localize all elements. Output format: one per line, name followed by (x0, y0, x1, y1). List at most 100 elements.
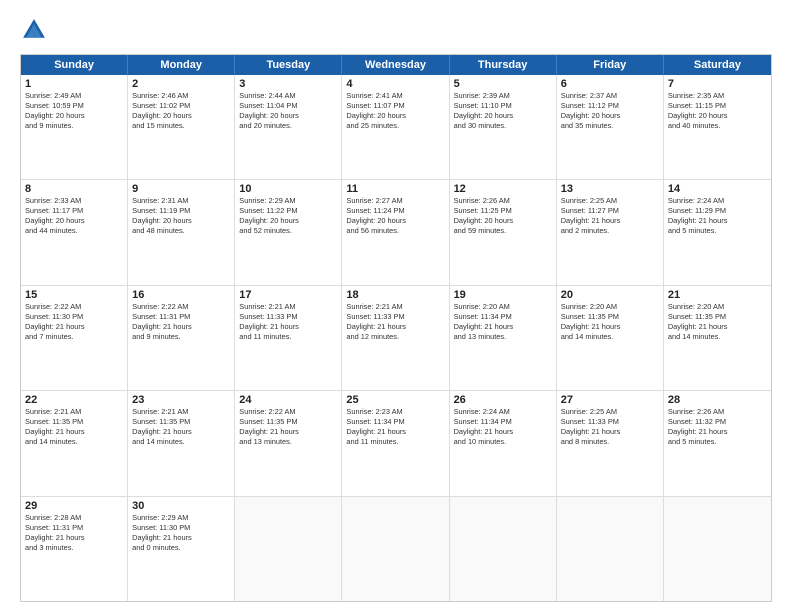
day-number: 29 (25, 500, 123, 512)
cal-cell: 27Sunrise: 2:25 AMSunset: 11:33 PMDaylig… (557, 391, 664, 495)
day-number: 8 (25, 183, 123, 195)
cal-cell: 23Sunrise: 2:21 AMSunset: 11:35 PMDaylig… (128, 391, 235, 495)
day-number: 5 (454, 78, 552, 90)
day-number: 4 (346, 78, 444, 90)
cal-cell: 8Sunrise: 2:33 AMSunset: 11:17 PMDayligh… (21, 180, 128, 284)
cal-cell: 15Sunrise: 2:22 AMSunset: 11:30 PMDaylig… (21, 286, 128, 390)
cell-info: Sunrise: 2:28 AMSunset: 11:31 PMDaylight… (25, 513, 123, 553)
cell-info: Sunrise: 2:20 AMSunset: 11:35 PMDaylight… (561, 302, 659, 342)
cell-info: Sunrise: 2:24 AMSunset: 11:34 PMDaylight… (454, 407, 552, 447)
cell-info: Sunrise: 2:29 AMSunset: 11:30 PMDaylight… (132, 513, 230, 553)
cal-cell: 4Sunrise: 2:41 AMSunset: 11:07 PMDayligh… (342, 75, 449, 179)
cal-cell: 16Sunrise: 2:22 AMSunset: 11:31 PMDaylig… (128, 286, 235, 390)
cell-info: Sunrise: 2:46 AMSunset: 11:02 PMDaylight… (132, 91, 230, 131)
cal-cell: 10Sunrise: 2:29 AMSunset: 11:22 PMDaylig… (235, 180, 342, 284)
page: SundayMondayTuesdayWednesdayThursdayFrid… (0, 0, 792, 612)
cal-cell: 21Sunrise: 2:20 AMSunset: 11:35 PMDaylig… (664, 286, 771, 390)
day-number: 12 (454, 183, 552, 195)
logo-icon (20, 16, 48, 44)
calendar-header: SundayMondayTuesdayWednesdayThursdayFrid… (21, 55, 771, 75)
cal-cell: 25Sunrise: 2:23 AMSunset: 11:34 PMDaylig… (342, 391, 449, 495)
header-day-monday: Monday (128, 55, 235, 75)
header-day-friday: Friday (557, 55, 664, 75)
day-number: 14 (668, 183, 767, 195)
header-day-saturday: Saturday (664, 55, 771, 75)
cell-info: Sunrise: 2:26 AMSunset: 11:25 PMDaylight… (454, 196, 552, 236)
day-number: 30 (132, 500, 230, 512)
calendar: SundayMondayTuesdayWednesdayThursdayFrid… (20, 54, 772, 602)
cal-cell: 7Sunrise: 2:35 AMSunset: 11:15 PMDayligh… (664, 75, 771, 179)
cal-row-3: 15Sunrise: 2:22 AMSunset: 11:30 PMDaylig… (21, 286, 771, 391)
cell-info: Sunrise: 2:39 AMSunset: 11:10 PMDaylight… (454, 91, 552, 131)
cal-row-1: 1Sunrise: 2:49 AMSunset: 10:59 PMDayligh… (21, 75, 771, 180)
cell-info: Sunrise: 2:26 AMSunset: 11:32 PMDaylight… (668, 407, 767, 447)
cal-cell (557, 497, 664, 601)
day-number: 27 (561, 394, 659, 406)
cal-cell (664, 497, 771, 601)
header-day-wednesday: Wednesday (342, 55, 449, 75)
day-number: 18 (346, 289, 444, 301)
cell-info: Sunrise: 2:22 AMSunset: 11:30 PMDaylight… (25, 302, 123, 342)
day-number: 15 (25, 289, 123, 301)
cell-info: Sunrise: 2:33 AMSunset: 11:17 PMDaylight… (25, 196, 123, 236)
cell-info: Sunrise: 2:20 AMSunset: 11:35 PMDaylight… (668, 302, 767, 342)
cal-cell (235, 497, 342, 601)
cell-info: Sunrise: 2:35 AMSunset: 11:15 PMDaylight… (668, 91, 767, 131)
day-number: 11 (346, 183, 444, 195)
day-number: 2 (132, 78, 230, 90)
day-number: 19 (454, 289, 552, 301)
cell-info: Sunrise: 2:27 AMSunset: 11:24 PMDaylight… (346, 196, 444, 236)
header-day-sunday: Sunday (21, 55, 128, 75)
cell-info: Sunrise: 2:21 AMSunset: 11:35 PMDaylight… (132, 407, 230, 447)
cal-cell: 20Sunrise: 2:20 AMSunset: 11:35 PMDaylig… (557, 286, 664, 390)
day-number: 7 (668, 78, 767, 90)
cell-info: Sunrise: 2:21 AMSunset: 11:35 PMDaylight… (25, 407, 123, 447)
cell-info: Sunrise: 2:25 AMSunset: 11:33 PMDaylight… (561, 407, 659, 447)
header (20, 16, 772, 44)
cal-cell: 1Sunrise: 2:49 AMSunset: 10:59 PMDayligh… (21, 75, 128, 179)
cell-info: Sunrise: 2:24 AMSunset: 11:29 PMDaylight… (668, 196, 767, 236)
cell-info: Sunrise: 2:31 AMSunset: 11:19 PMDaylight… (132, 196, 230, 236)
cal-cell: 9Sunrise: 2:31 AMSunset: 11:19 PMDayligh… (128, 180, 235, 284)
cal-cell: 22Sunrise: 2:21 AMSunset: 11:35 PMDaylig… (21, 391, 128, 495)
day-number: 24 (239, 394, 337, 406)
cell-info: Sunrise: 2:22 AMSunset: 11:35 PMDaylight… (239, 407, 337, 447)
day-number: 22 (25, 394, 123, 406)
day-number: 23 (132, 394, 230, 406)
cal-cell: 18Sunrise: 2:21 AMSunset: 11:33 PMDaylig… (342, 286, 449, 390)
cell-info: Sunrise: 2:29 AMSunset: 11:22 PMDaylight… (239, 196, 337, 236)
day-number: 3 (239, 78, 337, 90)
day-number: 16 (132, 289, 230, 301)
cal-cell: 3Sunrise: 2:44 AMSunset: 11:04 PMDayligh… (235, 75, 342, 179)
cal-cell: 26Sunrise: 2:24 AMSunset: 11:34 PMDaylig… (450, 391, 557, 495)
day-number: 17 (239, 289, 337, 301)
cal-cell: 5Sunrise: 2:39 AMSunset: 11:10 PMDayligh… (450, 75, 557, 179)
cal-cell: 29Sunrise: 2:28 AMSunset: 11:31 PMDaylig… (21, 497, 128, 601)
cell-info: Sunrise: 2:41 AMSunset: 11:07 PMDaylight… (346, 91, 444, 131)
cell-info: Sunrise: 2:21 AMSunset: 11:33 PMDaylight… (346, 302, 444, 342)
cal-cell: 24Sunrise: 2:22 AMSunset: 11:35 PMDaylig… (235, 391, 342, 495)
cal-cell (342, 497, 449, 601)
cell-info: Sunrise: 2:20 AMSunset: 11:34 PMDaylight… (454, 302, 552, 342)
day-number: 26 (454, 394, 552, 406)
cal-cell: 6Sunrise: 2:37 AMSunset: 11:12 PMDayligh… (557, 75, 664, 179)
day-number: 13 (561, 183, 659, 195)
cell-info: Sunrise: 2:44 AMSunset: 11:04 PMDaylight… (239, 91, 337, 131)
cal-cell: 17Sunrise: 2:21 AMSunset: 11:33 PMDaylig… (235, 286, 342, 390)
calendar-body: 1Sunrise: 2:49 AMSunset: 10:59 PMDayligh… (21, 75, 771, 601)
cell-info: Sunrise: 2:49 AMSunset: 10:59 PMDaylight… (25, 91, 123, 131)
cal-row-4: 22Sunrise: 2:21 AMSunset: 11:35 PMDaylig… (21, 391, 771, 496)
day-number: 9 (132, 183, 230, 195)
day-number: 6 (561, 78, 659, 90)
cal-cell (450, 497, 557, 601)
cal-row-5: 29Sunrise: 2:28 AMSunset: 11:31 PMDaylig… (21, 497, 771, 601)
cell-info: Sunrise: 2:37 AMSunset: 11:12 PMDaylight… (561, 91, 659, 131)
cal-cell: 14Sunrise: 2:24 AMSunset: 11:29 PMDaylig… (664, 180, 771, 284)
cal-cell: 13Sunrise: 2:25 AMSunset: 11:27 PMDaylig… (557, 180, 664, 284)
logo (20, 16, 52, 44)
cell-info: Sunrise: 2:25 AMSunset: 11:27 PMDaylight… (561, 196, 659, 236)
cal-cell: 12Sunrise: 2:26 AMSunset: 11:25 PMDaylig… (450, 180, 557, 284)
cal-cell: 28Sunrise: 2:26 AMSunset: 11:32 PMDaylig… (664, 391, 771, 495)
cell-info: Sunrise: 2:22 AMSunset: 11:31 PMDaylight… (132, 302, 230, 342)
header-day-tuesday: Tuesday (235, 55, 342, 75)
